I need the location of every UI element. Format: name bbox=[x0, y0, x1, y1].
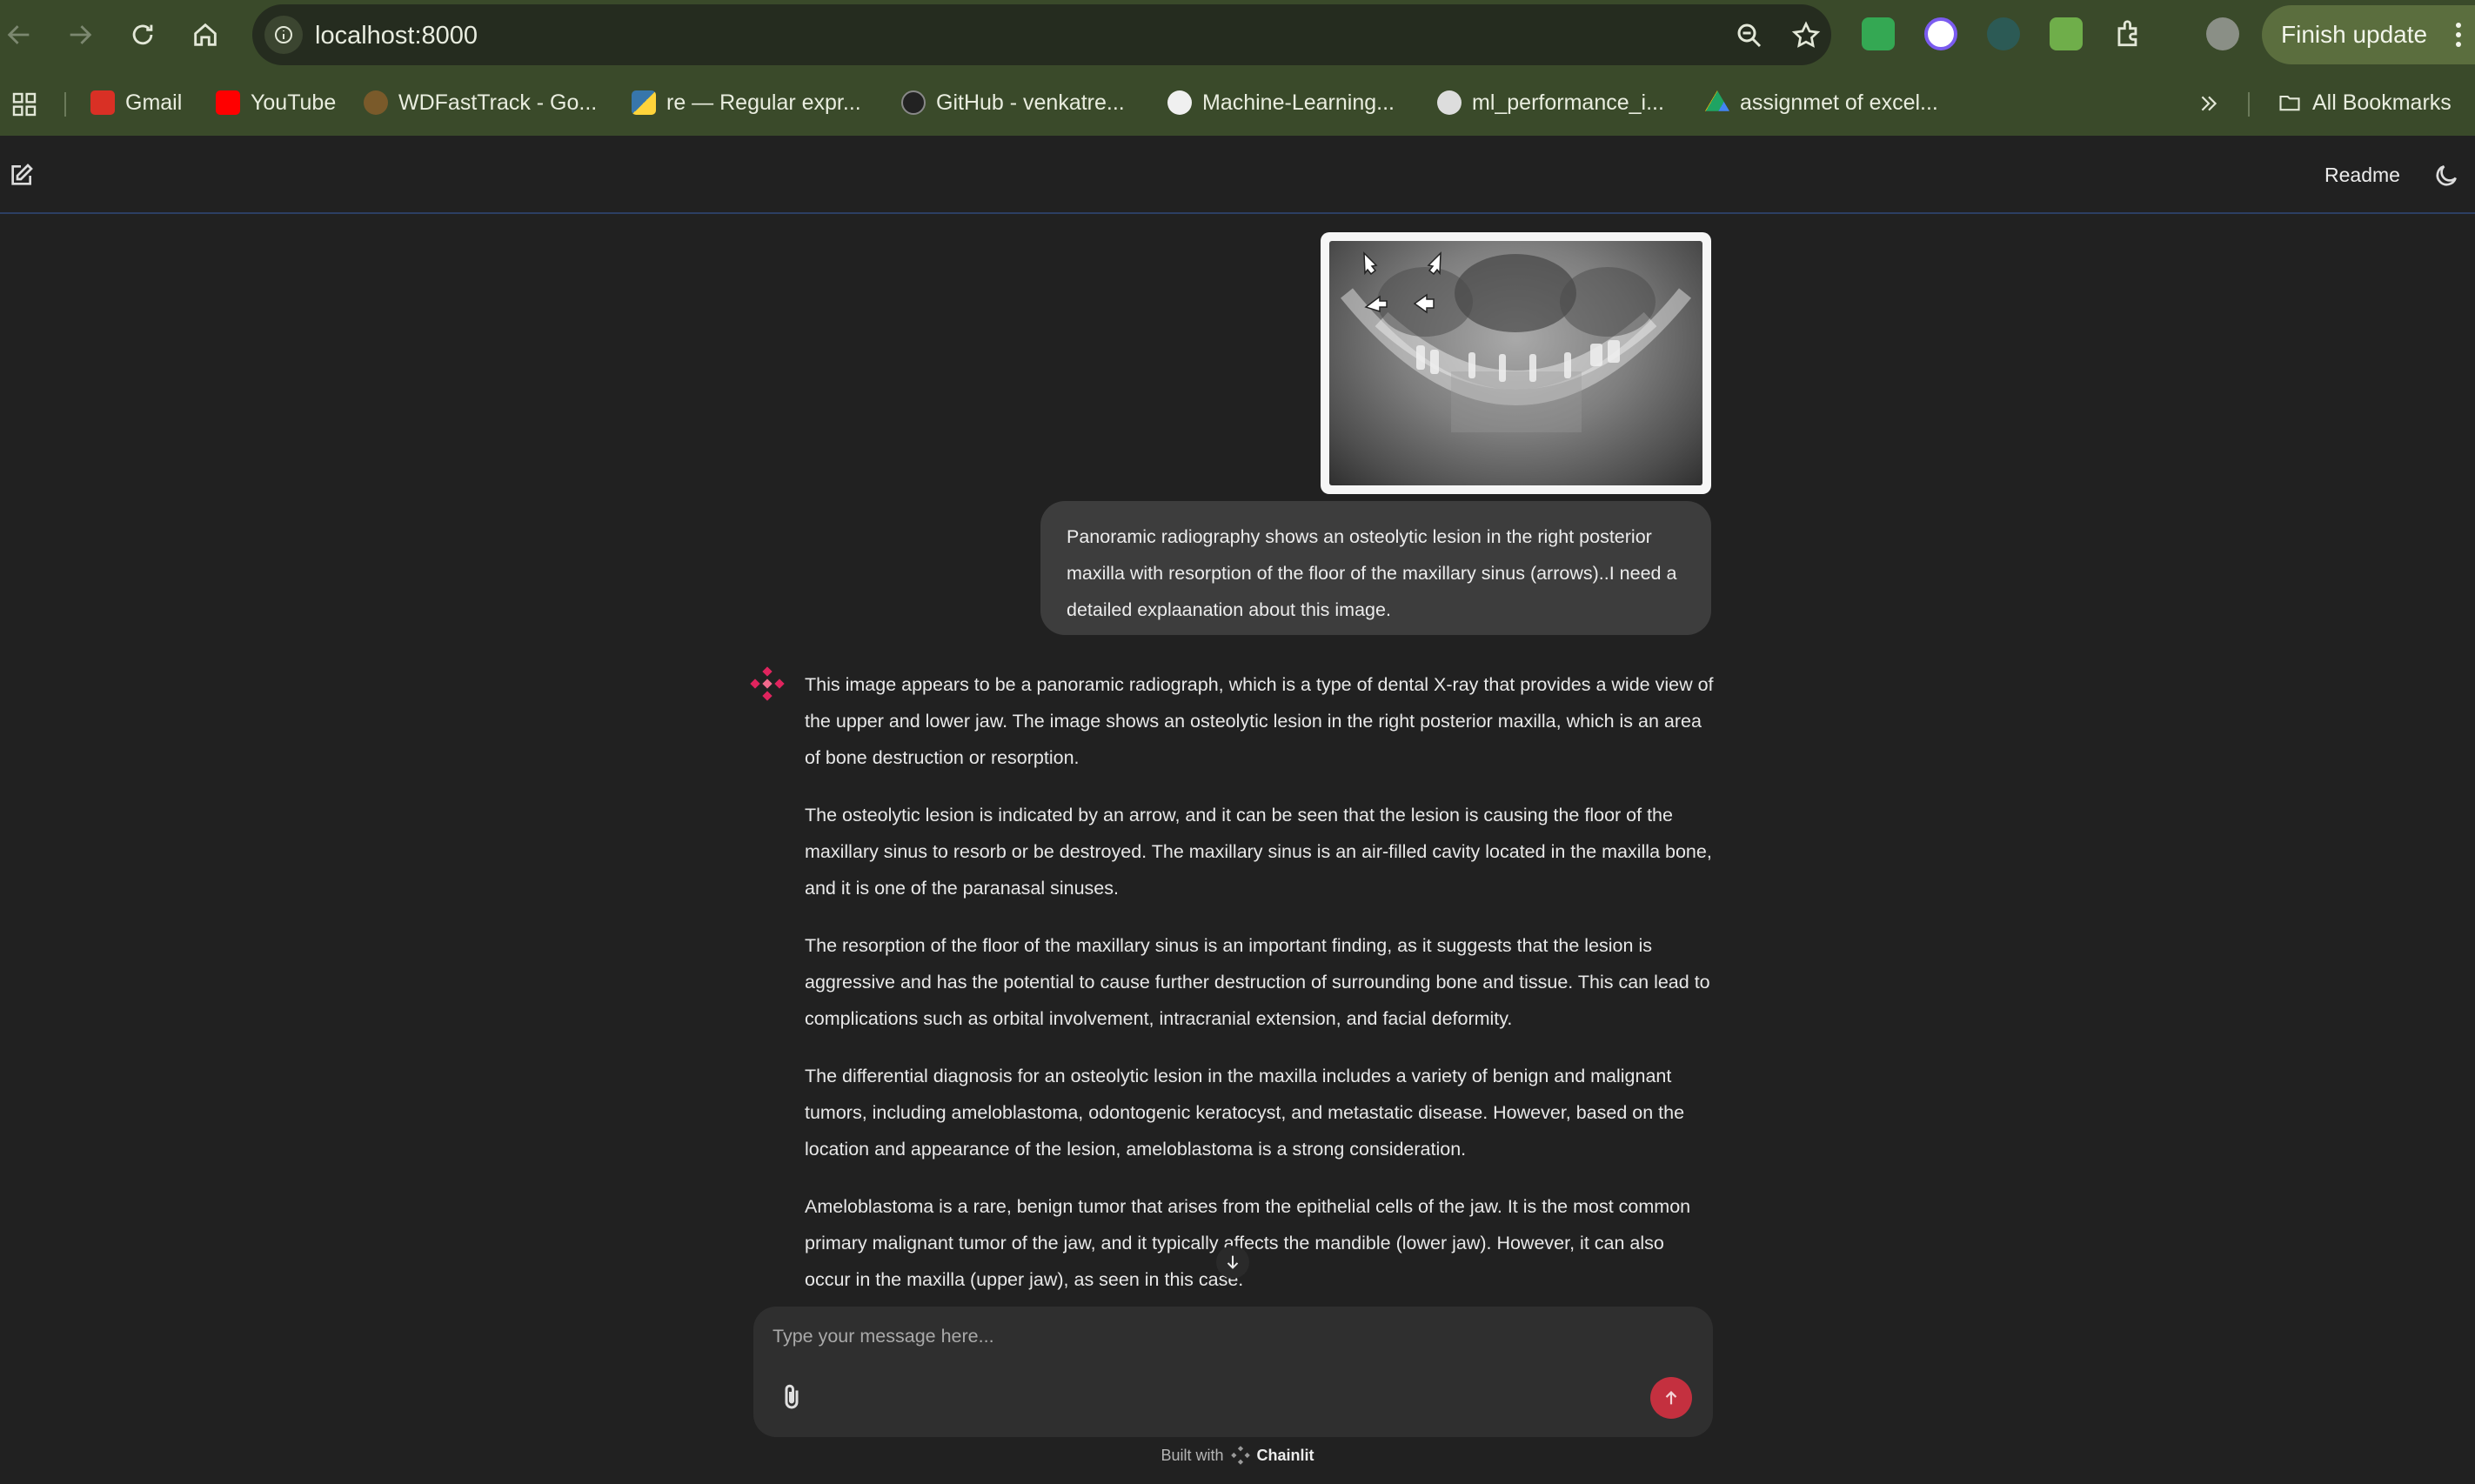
bookmarks-bar: Gmail YouTube WDFastTrack - Go... re — R… bbox=[0, 70, 2475, 136]
uploaded-image[interactable] bbox=[1321, 232, 1711, 494]
extension-circle-icon[interactable] bbox=[1924, 17, 1957, 50]
bookmark-label: Machine-Learning... bbox=[1202, 90, 1395, 115]
bookmark-ml-performance[interactable]: ml_performance_i... bbox=[1437, 87, 1664, 118]
extension-mail-icon[interactable] bbox=[2050, 17, 2083, 50]
zoom-icon[interactable] bbox=[1734, 20, 1765, 51]
user-message-bubble: Panoramic radiography shows an osteolyti… bbox=[1040, 501, 1711, 635]
footer: Built with Chainlit bbox=[0, 1446, 2475, 1465]
apps-grid-icon[interactable] bbox=[10, 90, 38, 118]
bookmark-label: YouTube bbox=[251, 90, 337, 115]
bookmark-machine-learning[interactable]: Machine-Learning... bbox=[1167, 87, 1395, 118]
extension-teal-icon[interactable] bbox=[1987, 17, 2020, 50]
bookmark-github-venkatre[interactable]: GitHub - venkatre... bbox=[901, 87, 1125, 118]
bookmark-label: re — Regular expr... bbox=[666, 90, 861, 115]
bookmark-wdfasttrack[interactable]: WDFastTrack - Go... bbox=[364, 87, 597, 118]
panoramic-xray-image bbox=[1329, 241, 1702, 485]
arrow-down-icon bbox=[1227, 1255, 1239, 1269]
drive-icon bbox=[1705, 90, 1729, 111]
bookmark-label: Gmail bbox=[125, 90, 183, 115]
chainlit-logo-icon bbox=[1230, 1446, 1250, 1465]
youtube-icon bbox=[216, 90, 240, 115]
bookmark-star-icon[interactable] bbox=[1790, 20, 1822, 51]
scroll-to-bottom-button[interactable] bbox=[1216, 1246, 1249, 1279]
assistant-paragraph: This image appears to be a panoramic rad… bbox=[805, 674, 1714, 768]
browser-chrome: localhost:8000 Finish update Gmail YouTu… bbox=[0, 0, 2475, 136]
message-input[interactable] bbox=[773, 1319, 1642, 1354]
built-with-text: Built with bbox=[1161, 1446, 1224, 1464]
more-menu-icon[interactable] bbox=[2454, 21, 2463, 49]
globe-icon bbox=[364, 90, 388, 115]
profile-avatar[interactable] bbox=[2206, 17, 2239, 50]
all-bookmarks-button[interactable]: All Bookmarks bbox=[2278, 87, 2452, 118]
extension-green-icon[interactable] bbox=[1862, 17, 1895, 50]
back-icon[interactable] bbox=[0, 16, 38, 54]
forward-icon[interactable] bbox=[61, 16, 99, 54]
moon-icon[interactable] bbox=[2432, 162, 2460, 190]
chevron-double-right-icon[interactable] bbox=[2197, 92, 2220, 115]
bookmark-label: ml_performance_i... bbox=[1472, 90, 1664, 115]
github-icon bbox=[901, 90, 926, 115]
bookmark-label: WDFastTrack - Go... bbox=[398, 90, 598, 115]
new-chat-icon[interactable] bbox=[7, 162, 35, 190]
reload-icon[interactable] bbox=[124, 16, 162, 54]
user-message-text: Panoramic radiography shows an osteolyti… bbox=[1067, 526, 1677, 620]
message-composer bbox=[753, 1307, 1713, 1437]
bookmark-assignmet[interactable]: assignmet of excel... bbox=[1705, 87, 1938, 118]
home-icon[interactable] bbox=[186, 16, 224, 54]
bookmarks-divider bbox=[64, 92, 66, 117]
extensions-puzzle-icon[interactable] bbox=[2112, 17, 2145, 50]
bookmarks-divider bbox=[2248, 92, 2250, 117]
chainlit-link[interactable]: Chainlit bbox=[1257, 1447, 1314, 1465]
assistant-paragraph: The resorption of the floor of the maxil… bbox=[805, 935, 1710, 1029]
folder-icon bbox=[2279, 95, 2300, 111]
send-button[interactable] bbox=[1650, 1377, 1692, 1419]
bookmark-label: GitHub - venkatre... bbox=[936, 90, 1125, 115]
python-icon bbox=[632, 90, 656, 115]
app-header: Readme bbox=[0, 136, 2475, 214]
url-text[interactable]: localhost:8000 bbox=[315, 22, 478, 50]
address-bar[interactable]: localhost:8000 bbox=[252, 4, 1831, 65]
site-info-icon[interactable] bbox=[264, 16, 303, 54]
github-icon bbox=[1167, 90, 1192, 115]
bookmark-gmail[interactable]: Gmail bbox=[90, 87, 182, 118]
finish-update-label: Finish update bbox=[2281, 21, 2428, 48]
paperclip-icon[interactable] bbox=[776, 1381, 807, 1413]
bookmark-youtube[interactable]: YouTube bbox=[216, 87, 336, 118]
readme-button[interactable]: Readme bbox=[2324, 164, 2400, 187]
finish-update-button[interactable]: Finish update bbox=[2262, 5, 2475, 64]
globe-icon bbox=[1437, 90, 1462, 115]
bookmark-regex[interactable]: re — Regular expr... bbox=[632, 87, 861, 118]
assistant-paragraph: The osteolytic lesion is indicated by an… bbox=[805, 805, 1712, 899]
browser-toolbar: localhost:8000 Finish update bbox=[0, 0, 2475, 70]
assistant-avatar-icon bbox=[750, 666, 785, 701]
assistant-paragraph: Ameloblastoma is a rare, benign tumor th… bbox=[805, 1196, 1691, 1290]
assistant-message: This image appears to be a panoramic rad… bbox=[805, 666, 1714, 1297]
assistant-paragraph: The differential diagnosis for an osteol… bbox=[805, 1066, 1685, 1160]
gmail-icon bbox=[90, 90, 115, 115]
arrow-up-icon bbox=[1665, 1391, 1677, 1405]
all-bookmarks-label: All Bookmarks bbox=[2312, 90, 2452, 115]
bookmark-label: assignmet of excel... bbox=[1740, 90, 1938, 115]
